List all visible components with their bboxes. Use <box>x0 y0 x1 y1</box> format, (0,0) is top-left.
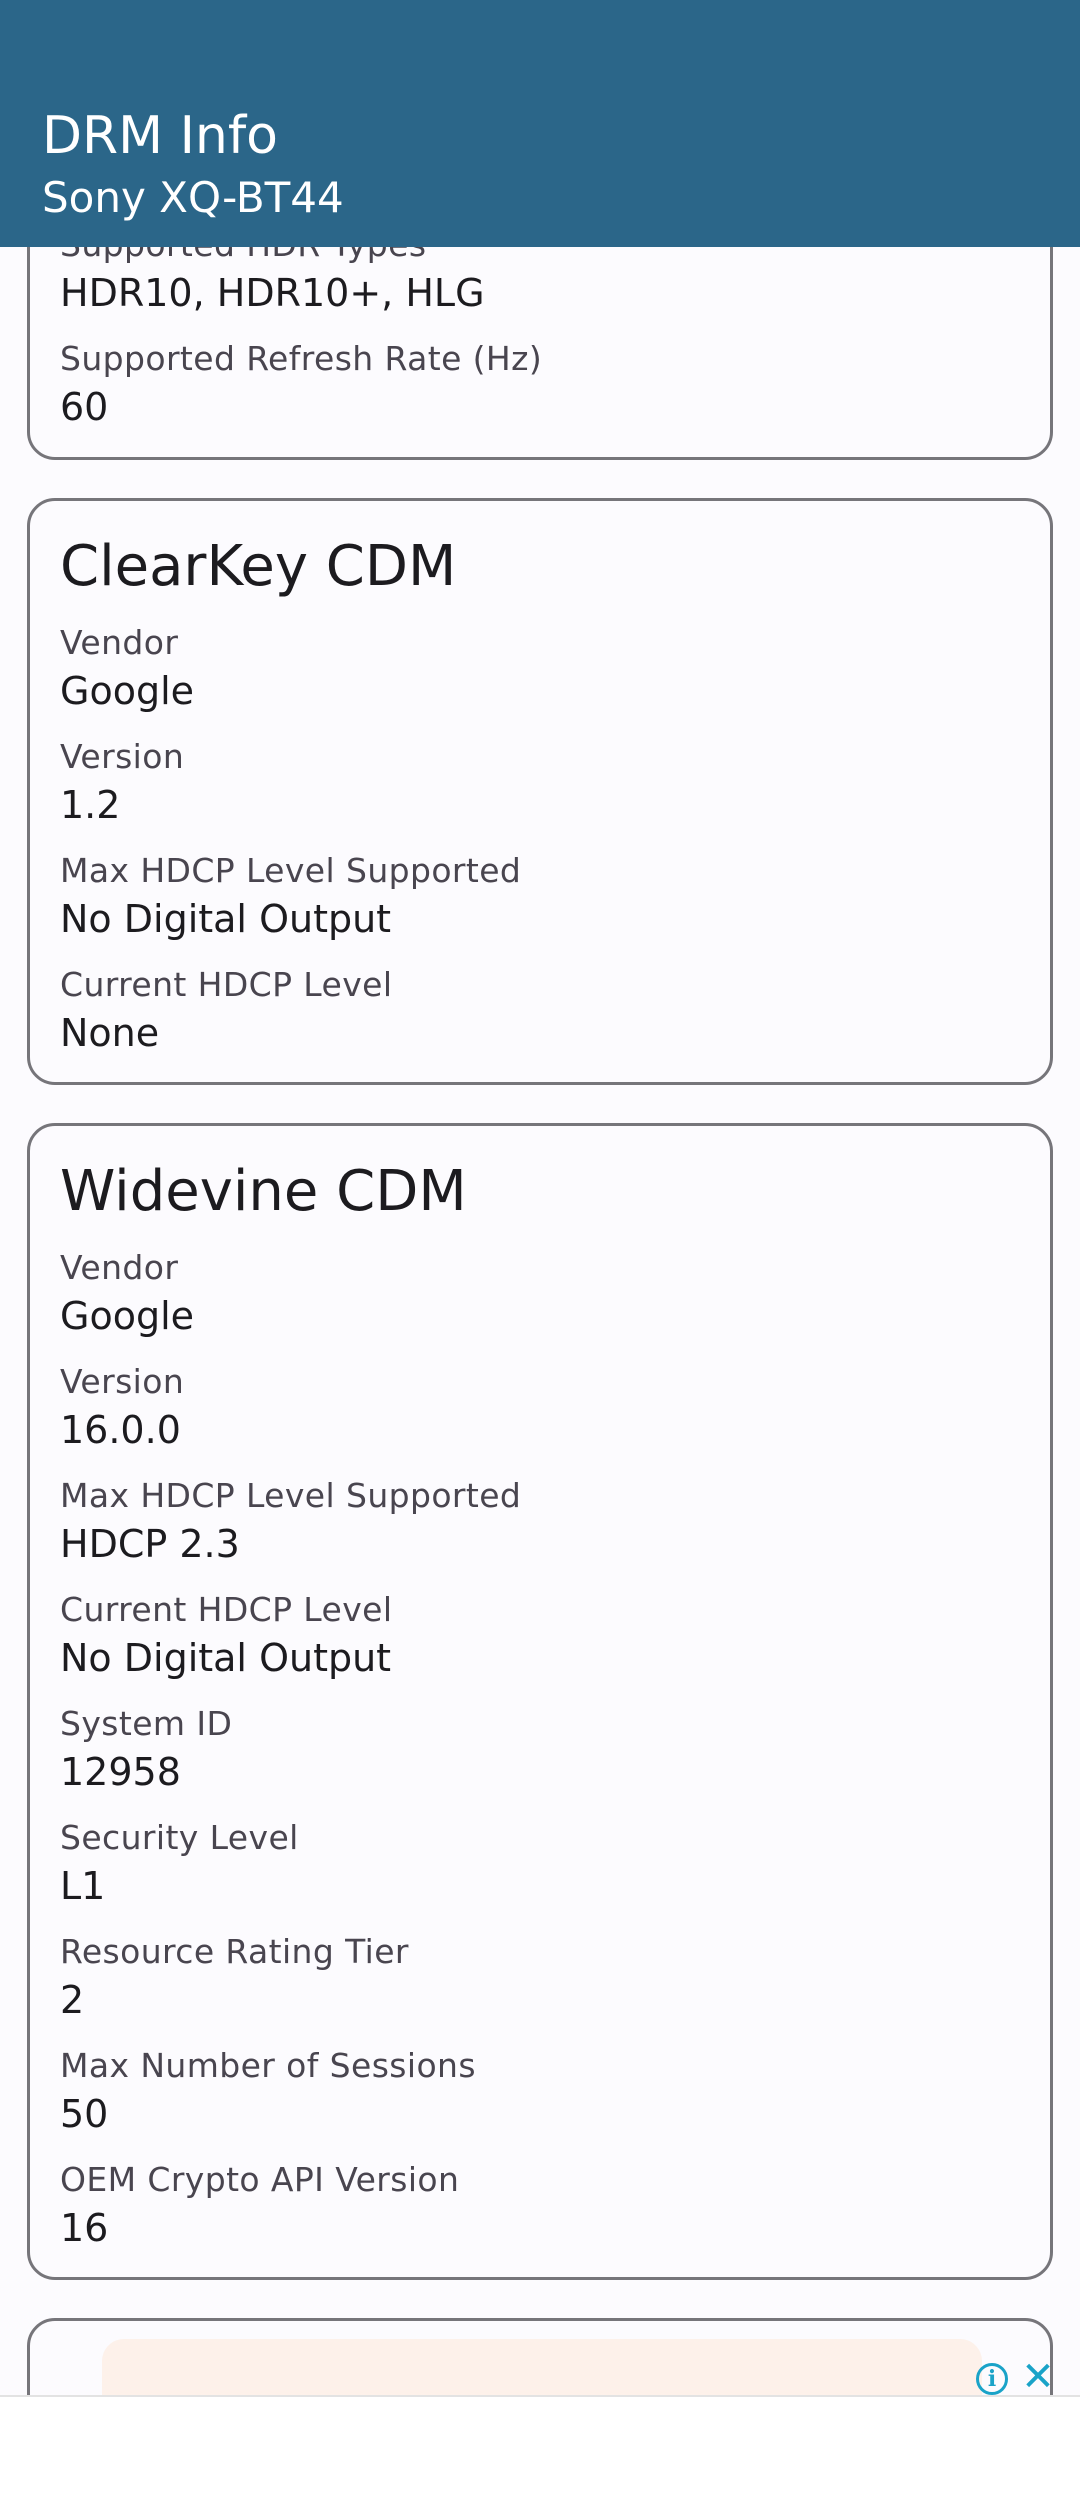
field-vendor: Vendor Google <box>60 1246 1010 1340</box>
ad-banner[interactable]: i ✕ <box>102 2339 1055 2395</box>
app-bar: DRM Info Sony XQ-BT44 <box>0 0 1080 247</box>
app-title: DRM Info <box>42 106 278 166</box>
field-oem-crypto-api-version: OEM Crypto API Version 16 <box>60 2158 1010 2252</box>
field-value: L1 <box>60 1864 106 1908</box>
field-max-hdcp-level: Max HDCP Level Supported No Digital Outp… <box>60 849 1010 943</box>
field-label: Version <box>60 737 185 776</box>
field-label: OEM Crypto API Version <box>60 2160 460 2199</box>
clearkey-cdm-card: ClearKey CDM Vendor Google Version 1.2 M… <box>27 498 1053 1085</box>
field-label: Version <box>60 1362 185 1401</box>
field-label: Vendor <box>60 1248 179 1287</box>
field-label: Max HDCP Level Supported <box>60 1476 522 1515</box>
field-label: Current HDCP Level <box>60 1590 393 1629</box>
field-max-sessions: Max Number of Sessions 50 <box>60 2044 1010 2138</box>
field-resource-rating-tier: Resource Rating Tier 2 <box>60 1930 1010 2024</box>
field-value: Google <box>60 669 195 713</box>
content-scroll[interactable]: Supported HDR Types HDR10, HDR10+, HLG S… <box>0 0 1080 2395</box>
close-icon[interactable]: ✕ <box>1018 2355 1058 2395</box>
field-system-id: System ID 12958 <box>60 1702 1010 1796</box>
field-label: System ID <box>60 1704 233 1743</box>
field-label: Max Number of Sessions <box>60 2046 476 2085</box>
field-label: Vendor <box>60 623 179 662</box>
field-value: 16.0.0 <box>60 1408 181 1452</box>
field-current-hdcp-level: Current HDCP Level None <box>60 963 1010 1057</box>
field-value: 16 <box>60 2206 109 2250</box>
field-label: Security Level <box>60 1818 299 1857</box>
field-value: Google <box>60 1294 195 1338</box>
field-version: Version 16.0.0 <box>60 1360 1010 1454</box>
field-value: 1.2 <box>60 783 121 827</box>
field-version: Version 1.2 <box>60 735 1010 829</box>
field-value: 60 <box>60 385 109 429</box>
field-label: Max HDCP Level Supported <box>60 851 522 890</box>
field-label: Supported Refresh Rate (Hz) <box>60 339 543 378</box>
field-value: None <box>60 1011 160 1055</box>
field-value: 50 <box>60 2092 109 2136</box>
field-label: Resource Rating Tier <box>60 1932 409 1971</box>
field-label: Current HDCP Level <box>60 965 393 1004</box>
bottom-ad-bar <box>0 2395 1080 2520</box>
card-title: ClearKey CDM <box>60 534 457 599</box>
info-icon[interactable]: i <box>976 2363 1008 2395</box>
field-value: No Digital Output <box>60 1636 392 1680</box>
field-vendor: Vendor Google <box>60 621 1010 715</box>
field-value: HDR10, HDR10+, HLG <box>60 271 485 315</box>
field-value: HDCP 2.3 <box>60 1522 240 1566</box>
widevine-cdm-card: Widevine CDM Vendor Google Version 16.0.… <box>27 1123 1053 2280</box>
field-security-level: Security Level L1 <box>60 1816 1010 1910</box>
field-supported-refresh-rate: Supported Refresh Rate (Hz) 60 <box>60 337 1010 431</box>
card-title: Widevine CDM <box>60 1159 467 1224</box>
field-value: No Digital Output <box>60 897 392 941</box>
field-max-hdcp-level: Max HDCP Level Supported HDCP 2.3 <box>60 1474 1010 1568</box>
field-value: 12958 <box>60 1750 181 1794</box>
device-subtitle: Sony XQ-BT44 <box>42 173 344 222</box>
field-current-hdcp-level: Current HDCP Level No Digital Output <box>60 1588 1010 1682</box>
field-value: 2 <box>60 1978 85 2022</box>
ad-card: i ✕ <box>27 2318 1055 2395</box>
